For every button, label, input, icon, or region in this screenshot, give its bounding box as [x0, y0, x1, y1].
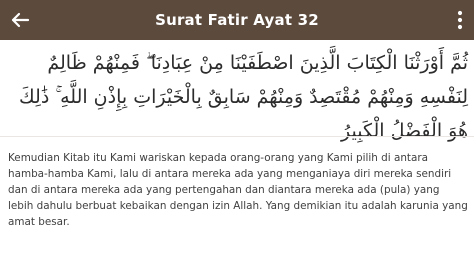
app-header: Surat Fatir Ayat 32: [0, 0, 474, 40]
menu-icon[interactable]: [448, 8, 472, 32]
arabic-verse-text: ثُمَّ أَوْرَثْنَا الْكِتَابَ الَّذِينَ ا…: [19, 52, 468, 142]
page-title: Surat Fatir Ayat 32: [155, 11, 319, 29]
arrow-left-icon[interactable]: [8, 8, 32, 32]
divider: [0, 136, 474, 137]
translation-text: Kemudian Kitab itu Kami wariskan kepada …: [8, 152, 468, 228]
